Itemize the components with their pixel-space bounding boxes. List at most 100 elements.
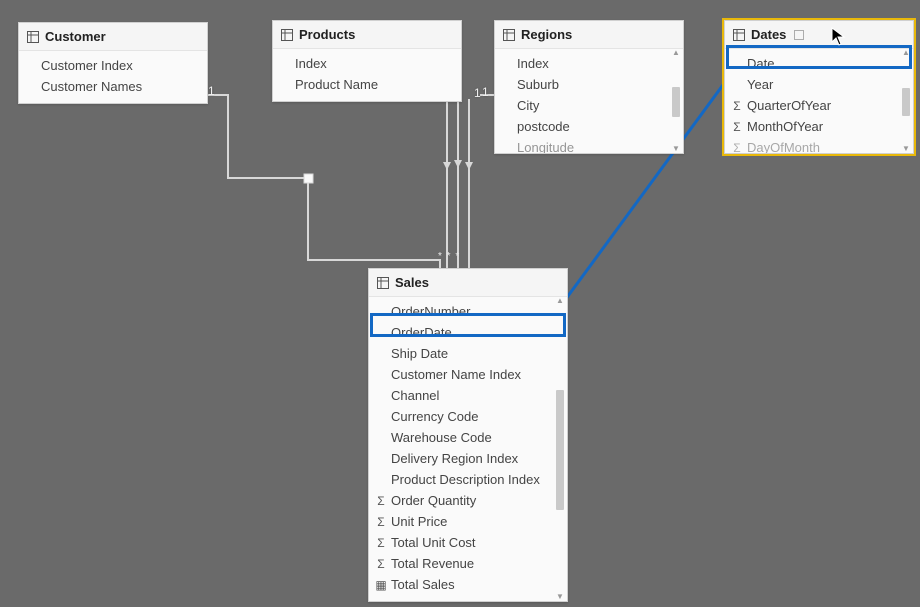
cardinality-one-regions: 1	[482, 85, 489, 99]
scrollbar[interactable]: ▲ ▼	[555, 297, 565, 601]
field-row[interactable]: Ship Date	[369, 343, 567, 364]
field-row[interactable]: Customer Name Index	[369, 364, 567, 385]
scroll-up-icon[interactable]: ▲	[556, 297, 564, 305]
scroll-thumb[interactable]	[672, 87, 680, 117]
scroll-thumb[interactable]	[902, 88, 910, 116]
field-row[interactable]: Delivery Region Index	[369, 448, 567, 469]
table-header[interactable]: Products	[273, 21, 461, 49]
field-label: DayOfMonth	[747, 140, 820, 153]
field-label: Unit Price	[391, 514, 447, 529]
field-row[interactable]: Index	[495, 53, 683, 74]
field-label: OrderDate	[391, 325, 452, 340]
field-row[interactable]: postcode	[495, 116, 683, 137]
table-icon	[377, 277, 389, 289]
field-row[interactable]: Σ Order Quantity	[369, 490, 567, 511]
table-customer[interactable]: Customer Customer Index Customer Names	[18, 22, 208, 104]
field-label: Ship Date	[391, 346, 448, 361]
field-label: Total Sales	[391, 577, 455, 592]
table-icon	[733, 29, 745, 41]
field-row[interactable]: ▦Total Sales	[369, 574, 567, 595]
field-label: OrderNumber	[391, 304, 470, 319]
sigma-icon: Σ	[375, 557, 387, 571]
field-row[interactable]: OrderNumber	[369, 301, 567, 322]
table-sales[interactable]: Sales OrderNumber OrderDate Ship Date Cu…	[368, 268, 568, 602]
field-label: Customer Index	[41, 58, 133, 73]
field-label: Suburb	[517, 77, 559, 92]
table-products[interactable]: Products Index Product Name	[272, 20, 462, 102]
sigma-icon: Σ	[731, 141, 743, 154]
field-row[interactable]: Currency Code	[369, 406, 567, 427]
scroll-thumb[interactable]	[556, 390, 564, 510]
table-title: Dates	[751, 27, 786, 42]
field-label: Total Revenue	[391, 556, 474, 571]
table-icon	[27, 31, 39, 43]
field-row[interactable]: Σ Unit Price	[369, 511, 567, 532]
sigma-icon: Σ	[375, 494, 387, 508]
field-label: Total Unit Cost	[391, 535, 476, 550]
field-label: postcode	[517, 119, 570, 134]
field-label: City	[517, 98, 539, 113]
table-title: Products	[299, 27, 355, 42]
field-label: Order Quantity	[391, 493, 476, 508]
field-row[interactable]: Warehouse Code	[369, 427, 567, 448]
table-title: Regions	[521, 27, 572, 42]
field-label: Customer Names	[41, 79, 142, 94]
scroll-down-icon[interactable]: ▼	[902, 145, 910, 153]
field-row[interactable]: Index	[273, 53, 461, 74]
scroll-up-icon[interactable]: ▲	[672, 49, 680, 57]
cardinality-one-customer: 1	[208, 84, 215, 98]
table-icon	[281, 29, 293, 41]
field-row[interactable]: Σ Total Unit Cost	[369, 532, 567, 553]
field-label: QuarterOfYear	[747, 98, 831, 113]
field-label: Product Description Index	[391, 472, 540, 487]
field-label: Currency Code	[391, 409, 478, 424]
field-row[interactable]: Channel	[369, 385, 567, 406]
sigma-icon: Σ	[731, 120, 743, 134]
table-title: Sales	[395, 275, 429, 290]
field-label: Customer Name Index	[391, 367, 521, 382]
field-label: MonthOfYear	[747, 119, 823, 134]
table-dates[interactable]: Dates Date Year Σ QuarterOfYear Σ MonthOfY…	[724, 20, 914, 154]
field-label: Date	[747, 56, 774, 71]
field-label: Delivery Region Index	[391, 451, 518, 466]
model-canvas[interactable]: 1 1 1 * * * Customer Customer Index Cust…	[0, 0, 920, 607]
cardinality-many: * * *	[438, 251, 460, 262]
table-header[interactable]: Sales	[369, 269, 567, 297]
field-label: Year	[747, 77, 773, 92]
scroll-up-icon[interactable]: ▲	[902, 49, 910, 57]
field-row[interactable]: Year	[725, 74, 913, 95]
field-row[interactable]: Suburb	[495, 74, 683, 95]
scrollbar[interactable]: ▲ ▼	[901, 49, 911, 153]
field-row[interactable]: Σ DayOfMonth	[725, 137, 913, 153]
table-title: Customer	[45, 29, 106, 44]
table-icon	[503, 29, 515, 41]
field-row[interactable]: Longitude	[495, 137, 683, 153]
table-header[interactable]: Regions	[495, 21, 683, 49]
cardinality-one-products: 1	[474, 86, 481, 100]
field-row[interactable]: Σ Total Revenue	[369, 553, 567, 574]
field-label: Product Name	[295, 77, 378, 92]
sigma-icon: Σ	[375, 536, 387, 550]
field-row[interactable]: Date	[725, 53, 913, 74]
table-header[interactable]: Dates	[725, 21, 913, 49]
table-header[interactable]: Customer	[19, 23, 207, 51]
field-row[interactable]: OrderDate	[369, 322, 567, 343]
field-label: Longitude	[517, 140, 574, 153]
scroll-down-icon[interactable]: ▼	[672, 145, 680, 153]
field-row[interactable]: Σ MonthOfYear	[725, 116, 913, 137]
sigma-icon: Σ	[375, 515, 387, 529]
date-badge-icon	[794, 30, 804, 40]
scroll-down-icon[interactable]: ▼	[556, 593, 564, 601]
field-row[interactable]: Product Description Index	[369, 469, 567, 490]
field-row[interactable]: City	[495, 95, 683, 116]
field-label: Channel	[391, 388, 439, 403]
field-row[interactable]: Product Name	[273, 74, 461, 95]
scrollbar[interactable]: ▲ ▼	[671, 49, 681, 153]
field-row[interactable]: Σ QuarterOfYear	[725, 95, 913, 116]
field-label: Warehouse Code	[391, 430, 492, 445]
field-label: Index	[295, 56, 327, 71]
field-row[interactable]: Customer Names	[19, 76, 207, 97]
field-row[interactable]: Customer Index	[19, 55, 207, 76]
sigma-icon: Σ	[731, 99, 743, 113]
table-regions[interactable]: Regions Index Suburb City postcode Longi…	[494, 20, 684, 154]
